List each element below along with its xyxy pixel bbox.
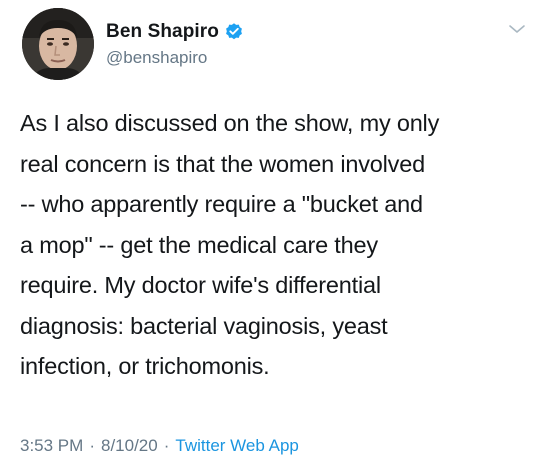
tweet-date[interactable]: 8/10/20	[101, 436, 158, 455]
chevron-down-icon[interactable]	[507, 22, 527, 36]
author-display-name[interactable]: Ben Shapiro	[106, 21, 219, 43]
tweet-source-link[interactable]: Twitter Web App	[175, 436, 298, 455]
tweet-text-line: diagnosis: bacterial vaginosis, yeast	[20, 312, 388, 339]
display-name-row: Ben Shapiro	[106, 20, 244, 44]
tweet-text: As I also discussed on the show, my only…	[20, 103, 530, 387]
avatar-photo	[22, 8, 94, 80]
verified-badge-icon	[224, 22, 244, 42]
meta-separator: ·	[163, 436, 170, 455]
tweet-text-line: infection, or trichomonis.	[20, 353, 270, 379]
tweet-text-line: require. My doctor wife's differential	[20, 272, 381, 298]
author-handle[interactable]: @benshapiro	[106, 48, 244, 68]
tweet-card: Ben Shapiro @benshapiro As I also discus…	[0, 0, 549, 467]
tweet-text-line: As I also discussed on the show, my only	[20, 110, 440, 136]
avatar[interactable]	[22, 8, 94, 80]
tweet-metadata: 3:53 PM · 8/10/20 · Twitter Web App	[20, 436, 299, 456]
tweet-text-line: real concern is that the women involved	[20, 150, 425, 177]
tweet-text-line: -- who apparently require a "bucket and	[20, 191, 423, 217]
author-names: Ben Shapiro @benshapiro	[106, 20, 244, 68]
tweet-text-line: a mop" -- get the medical care they	[20, 231, 378, 258]
tweet-header: Ben Shapiro @benshapiro	[22, 8, 527, 88]
tweet-time[interactable]: 3:53 PM	[20, 436, 83, 455]
meta-separator: ·	[89, 436, 95, 455]
